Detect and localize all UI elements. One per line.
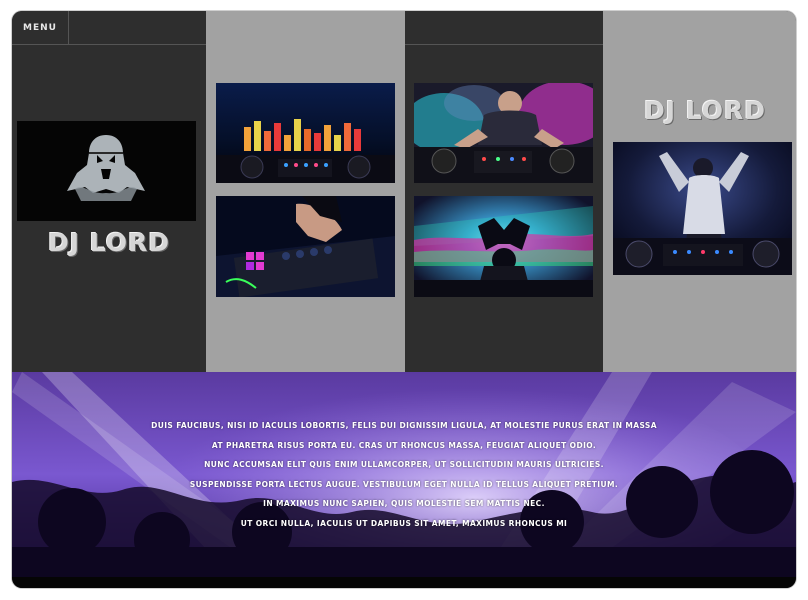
top-divider <box>405 44 603 45</box>
top-bar: MENU <box>12 11 796 45</box>
smoky-dj-booth-image[interactable] <box>414 83 593 183</box>
brand-name-right: DJ LORD <box>644 96 767 125</box>
crowd-heart-hands-image[interactable] <box>414 196 593 297</box>
hero-text-block: Duis faucibus, nisi id iaculis lobortis,… <box>12 416 796 533</box>
hero-text-line: Duis faucibus, nisi id iaculis lobortis,… <box>151 421 657 430</box>
dj-performer-image[interactable] <box>613 142 792 275</box>
equalizer-turntable-image[interactable] <box>216 83 395 183</box>
hero-bottom-bar <box>12 577 796 588</box>
brand-name-left: DJ LORD <box>48 228 171 257</box>
performer-icon <box>613 142 792 275</box>
top-divider <box>69 44 206 45</box>
hero-text-line: Suspendisse porta lectus augue. Vestibul… <box>189 479 619 489</box>
mixer-hands-image[interactable] <box>216 196 395 297</box>
hero-text-line: Ut orci nulla, iaculis ut dapibus sit am… <box>240 518 568 528</box>
menu-button[interactable]: MENU <box>12 11 69 45</box>
vader-logo-icon <box>17 121 196 221</box>
equalizer-icon <box>216 83 395 183</box>
hero-text-line: In maximus nunc sapien, quis molestie se… <box>263 499 545 508</box>
column-gallery-right <box>405 11 603 372</box>
hero-text-line: at pharetra risus porta eu. Cras ut rhon… <box>211 440 597 450</box>
dj-booth-icon <box>414 83 593 183</box>
crowd-icon <box>414 196 593 297</box>
column-gallery-left <box>206 11 405 372</box>
page-frame: MENU DJ LORD DJ LORD DUIS FAUCIBUS, NISI… <box>12 11 796 588</box>
hero-text-line: Nunc accumsan elit quis enim ullamcorper… <box>204 460 604 469</box>
hero-banner: Duis faucibus, nisi id iaculis lobortis,… <box>12 372 796 588</box>
dj-lord-logo-image[interactable] <box>17 121 196 221</box>
mixer-icon <box>216 196 395 297</box>
